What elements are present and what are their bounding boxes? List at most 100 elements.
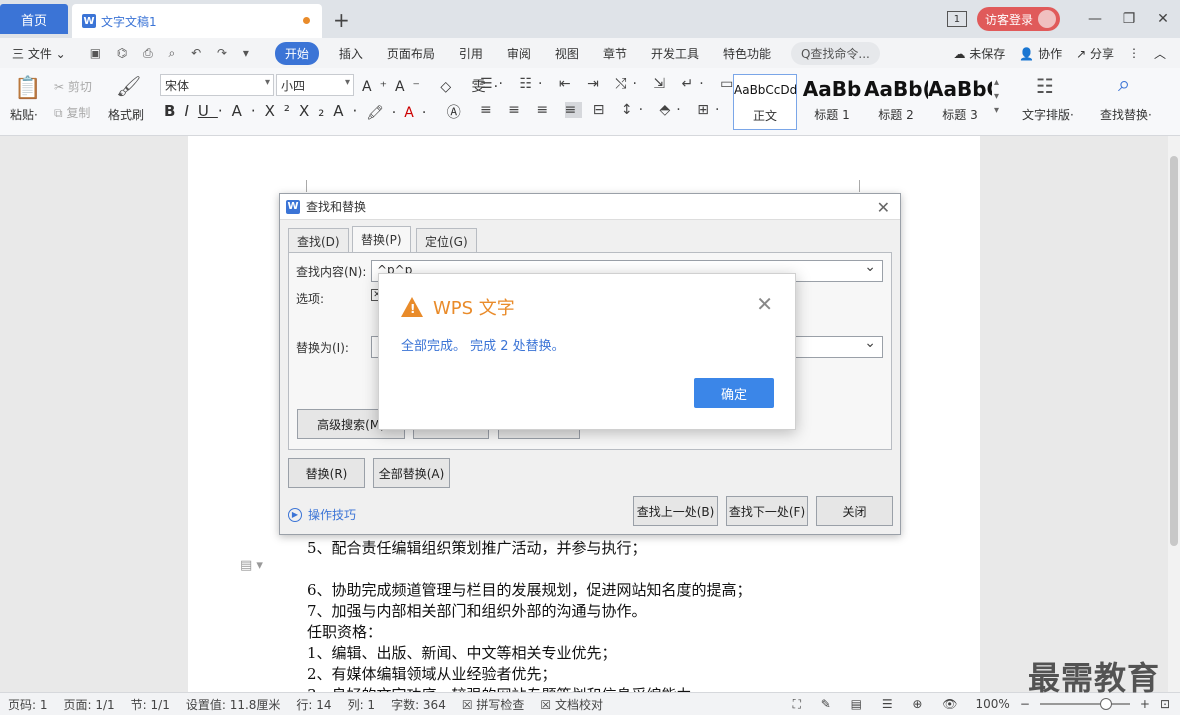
dialog-title: 查找和替换	[306, 200, 367, 214]
tab-developer[interactable]: 开发工具	[639, 45, 711, 62]
status-page: 页码: 1	[8, 697, 48, 712]
alert-header: ! WPS 文字	[401, 294, 515, 320]
tab-insert[interactable]: 插入	[327, 45, 375, 62]
zoom-out-button[interactable]: −	[1020, 697, 1030, 711]
unsaved-label: 未保存	[969, 46, 1006, 61]
dialog-close-button[interactable]: 关闭	[816, 496, 893, 526]
tips-link[interactable]: ▶ 操作技巧	[288, 506, 356, 523]
alert-title: WPS 文字	[433, 298, 515, 319]
find-next-button[interactable]: 查找下一处(F)	[726, 496, 808, 526]
doc-paragraph: 5、配合责任编辑组织策划推广活动，并参与执行；	[307, 539, 647, 557]
doc-paragraph: 3、良好的文字功底，较强的网站专题策划和信息采编能力	[307, 684, 692, 692]
style-heading-3-sample: AaBbC	[928, 77, 992, 101]
style-heading-1[interactable]: AaBb 标题 1	[800, 74, 864, 130]
tab-document[interactable]: W 文字文稿1	[72, 4, 322, 38]
zoom-value[interactable]: 100%	[976, 697, 1010, 711]
tab-view[interactable]: 视图	[543, 45, 591, 62]
menu-bar: 三 文件 ⌄ ▣ ⌬ ⎙ ⌕ ↶ ↷ ▾ 开始 插入 页面布局 引用 审阅 视图…	[0, 38, 1180, 68]
spell-check-button[interactable]: ☒ 拼写检查	[454, 696, 533, 713]
style-heading-1-label: 标题 1	[814, 108, 850, 122]
status-row: 行: 14	[296, 697, 332, 712]
tab-goto[interactable]: 定位(G)	[416, 228, 477, 252]
style-scroll-icon[interactable]: ▴ ▾ ▾	[994, 76, 999, 118]
unsaved-dot-icon	[303, 17, 310, 24]
vertical-scrollbar[interactable]	[1168, 136, 1180, 692]
scrollbar-thumb[interactable]	[1170, 156, 1178, 546]
minimize-button[interactable]: —	[1078, 11, 1112, 27]
dialog-close-icon[interactable]: ✕	[877, 198, 890, 217]
view-mode-icons[interactable]: ⛶ ✎ ▤ ☰ ⊕ 👁	[793, 697, 966, 712]
zoom-slider[interactable]	[1039, 698, 1130, 710]
doc-proof-button[interactable]: ☒ 文档校对	[532, 696, 611, 713]
paste-icon[interactable]: 📋	[14, 76, 41, 101]
replace-button[interactable]: 替换(R)	[288, 458, 365, 488]
copy-button[interactable]: ⧉ 复制	[54, 104, 90, 121]
doc-paragraph: 任职资格：	[307, 623, 383, 641]
status-words[interactable]: 字数: 364	[383, 696, 454, 713]
tab-chapter[interactable]: 章节	[591, 45, 639, 62]
alert-ok-button[interactable]: 确定	[694, 378, 774, 408]
tab-references[interactable]: 引用	[447, 45, 495, 62]
find-replace-icon[interactable]: ⌕	[1118, 72, 1130, 97]
tab-page-layout[interactable]: 页面布局	[375, 45, 447, 62]
copy-label: 复制	[66, 106, 91, 120]
style-normal-label: 正文	[752, 109, 777, 123]
visitor-login-label: 访客登录	[984, 12, 1033, 27]
paste-button[interactable]: 粘贴·	[10, 106, 38, 123]
format-painter-icon[interactable]: 🖌	[116, 74, 141, 98]
spell-check-label: 拼写检查	[476, 697, 525, 712]
visitor-login-button[interactable]: 访客登录	[976, 7, 1060, 31]
collab-button[interactable]: 👤 协作	[1019, 45, 1062, 62]
alert-message: 全部完成。 完成 2 处替换。	[401, 339, 565, 354]
wps-writer-icon: W	[82, 14, 96, 28]
style-heading-3[interactable]: AaBbC 标题 3	[928, 74, 992, 130]
paragraph-list-icons[interactable]: ☰· ☷· ⇤ ⇥ ⤭· ⇲ ↵· ▭	[480, 76, 739, 92]
font-name-select[interactable]: 宋体	[160, 74, 274, 96]
style-heading-2-label: 标题 2	[878, 108, 914, 122]
font-size-select[interactable]: 小四	[276, 74, 354, 96]
tab-find[interactable]: 查找(D)	[288, 228, 349, 252]
tab-start[interactable]: 开始	[274, 41, 319, 65]
tab-special[interactable]: 特色功能	[711, 45, 783, 62]
collapse-ribbon-icon[interactable]: ︿	[1154, 45, 1166, 62]
status-col: 列: 1	[347, 697, 376, 712]
more-icon[interactable]: ⋮	[1128, 46, 1140, 60]
share-button[interactable]: ↗ 分享	[1076, 45, 1114, 62]
find-previous-button[interactable]: 查找上一处(B)	[633, 496, 718, 526]
paragraph-marker-icon[interactable]: ▤ ▾	[240, 558, 263, 573]
alert-close-icon[interactable]: ✕	[756, 292, 773, 316]
replace-all-button[interactable]: 全部替换(A)	[373, 458, 450, 488]
page-indicator-icon[interactable]: 1	[946, 11, 967, 27]
avatar-icon	[1038, 10, 1056, 28]
restore-button[interactable]: ❐	[1112, 11, 1146, 27]
text-layout-icon[interactable]: ☷	[1036, 74, 1054, 98]
unsaved-button[interactable]: ☁ 未保存	[953, 45, 1005, 62]
tab-review[interactable]: 审阅	[495, 45, 543, 62]
find-label: 查找内容(N):	[296, 265, 367, 279]
format-painter-button[interactable]: 格式刷	[108, 106, 144, 123]
paragraph-align-icons[interactable]: ≡ ≡ ≡ ≡ ⊟ ↕· ⬘· ⊞·	[480, 102, 725, 118]
cut-button[interactable]: ✂ 剪切	[54, 78, 92, 95]
doc-paragraph: 2、有媒体编辑领域从业经验者优先；	[307, 665, 557, 683]
zoom-in-button[interactable]: +	[1140, 697, 1150, 711]
font-format-icons[interactable]: BIU·A·X²X₂A·	[164, 102, 366, 120]
zoom-slider-knob[interactable]	[1099, 698, 1112, 710]
tab-home[interactable]: 首页	[0, 4, 68, 34]
text-layout-button[interactable]: 文字排版·	[1022, 106, 1074, 123]
command-search[interactable]: Q查找命令...	[790, 41, 880, 65]
tab-replace[interactable]: 替换(P)	[352, 226, 411, 253]
add-tab-button[interactable]: +	[333, 8, 350, 32]
find-replace-button[interactable]: 查找替换·	[1100, 106, 1152, 123]
close-window-button[interactable]: ✕	[1146, 11, 1180, 27]
style-heading-2-sample: AaBb(	[864, 77, 928, 101]
tab-document-label: 文字文稿1	[101, 14, 157, 29]
style-normal[interactable]: AaBbCcDd 正文	[733, 74, 797, 130]
style-heading-2[interactable]: AaBb( 标题 2	[864, 74, 928, 130]
ribbon: 📋 粘贴· ✂ 剪切 ⧉ 复制 🖌 格式刷 宋体 小四 A⁺A⁻ ◇ 雯· BI…	[0, 68, 1180, 136]
window-controls: 1 访客登录 — ❐ ✕	[946, 0, 1180, 38]
file-menu[interactable]: 三 文件 ⌄	[0, 45, 78, 62]
highlight-color-icons[interactable]: 🖍·A· Ⓐ	[366, 102, 469, 122]
quick-access-icons[interactable]: ▣ ⌬ ⎙ ⌕ ↶ ↷ ▾	[78, 46, 267, 61]
fit-window-icon[interactable]: ⊡	[1160, 697, 1170, 711]
share-label: 分享	[1089, 46, 1114, 61]
